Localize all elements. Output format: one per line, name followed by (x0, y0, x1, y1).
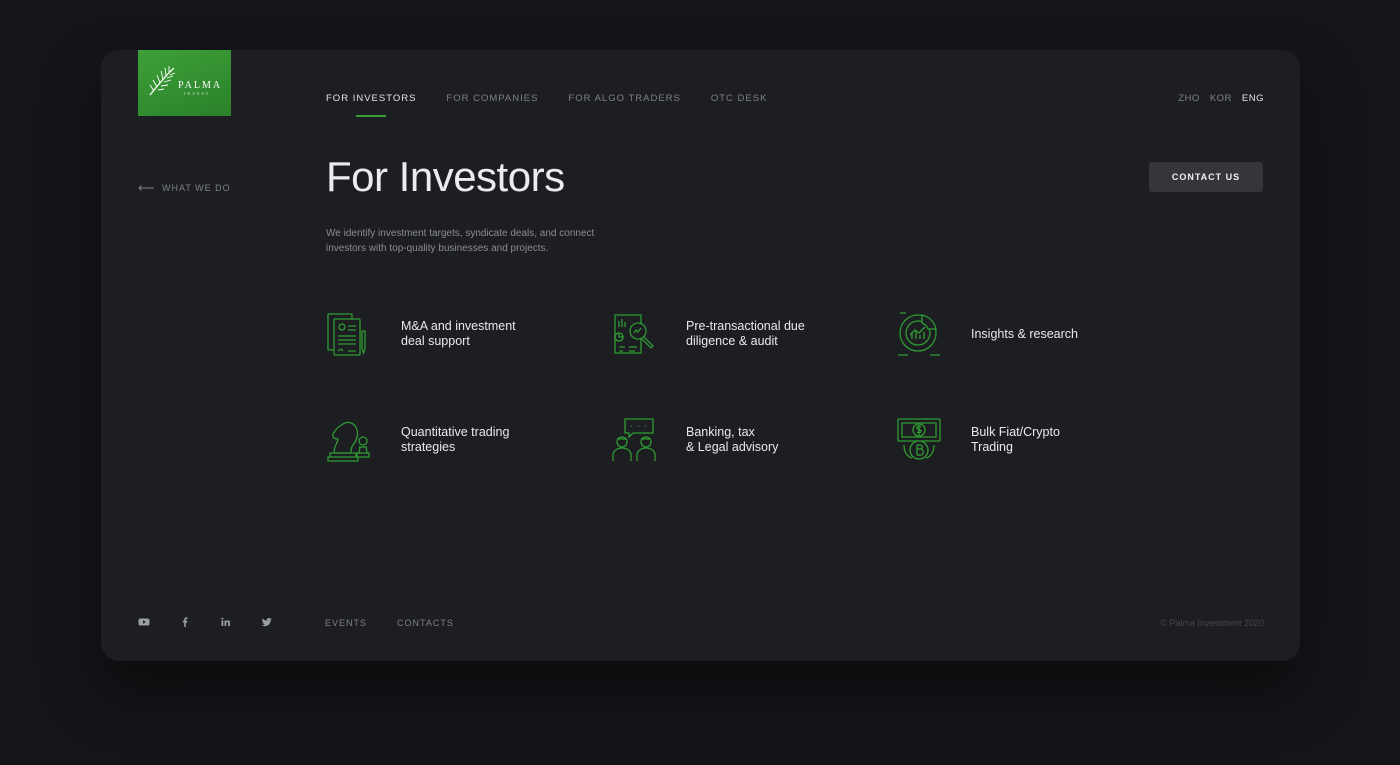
brand-tagline: INVEST (184, 91, 211, 96)
linkedin-icon[interactable] (220, 615, 232, 627)
nav-for-investors[interactable]: FOR INVESTORS (326, 93, 416, 117)
page-title: For Investors (326, 153, 565, 200)
arrow-left-icon (138, 185, 154, 191)
service-quant-trading[interactable]: Quantitative trading strategies (326, 417, 531, 463)
back-link-label: WHAT WE DO (162, 183, 231, 193)
service-insights-research[interactable]: Insights & research (896, 311, 1101, 357)
lang-kor[interactable]: KOR (1210, 93, 1232, 104)
nav-for-companies[interactable]: FOR COMPANIES (446, 93, 538, 104)
contact-us-button[interactable]: CONTACT US (1149, 162, 1263, 192)
service-ma-deal-support[interactable]: M&A and investment deal support (326, 311, 531, 357)
service-label: Bulk Fiat/Crypto Trading (971, 425, 1060, 454)
nav-for-algo-traders[interactable]: FOR ALGO TRADERS (568, 93, 680, 104)
page-description: We identify investment targets, syndicat… (326, 228, 595, 254)
youtube-icon[interactable] (138, 615, 150, 627)
chart-analytics-icon (898, 312, 940, 356)
service-label: Quantitative trading strategies (401, 425, 510, 454)
main-nav: FOR INVESTORS FOR COMPANIES FOR ALGO TRA… (326, 93, 768, 117)
service-banking-tax-legal[interactable]: Banking, tax & Legal advisory (611, 417, 816, 463)
footer-link-contacts[interactable]: CONTACTS (397, 618, 454, 628)
report-magnifier-icon (614, 314, 654, 354)
chess-strategy-icon (327, 421, 370, 462)
footer-link-events[interactable]: EVENTS (325, 618, 367, 628)
brand-name: PALMA (178, 80, 223, 91)
service-label: Pre-transactional due diligence & audit (686, 319, 805, 348)
document-contract-icon (327, 313, 366, 356)
back-link[interactable]: WHAT WE DO (138, 183, 231, 193)
twitter-icon[interactable] (261, 615, 273, 627)
palma-logo[interactable]: PALMA INVEST (138, 50, 231, 116)
service-due-diligence[interactable]: Pre-transactional due diligence & audit (611, 311, 816, 357)
footer-nav: EVENTS CONTACTS (325, 618, 454, 628)
service-fiat-crypto[interactable]: Bulk Fiat/Crypto Trading (896, 417, 1101, 463)
lang-zho[interactable]: ZHO (1178, 93, 1200, 104)
facebook-icon[interactable] (179, 615, 191, 627)
nav-otc-desk[interactable]: OTC DESK (711, 93, 768, 104)
language-switcher: ZHO KOR ENG (1178, 93, 1264, 104)
lang-eng[interactable]: ENG (1242, 93, 1264, 104)
main-card: PALMA INVEST FOR INVESTORS FOR COMPANIES… (101, 50, 1300, 661)
consultants-chat-icon (612, 418, 656, 461)
service-label: Banking, tax & Legal advisory (686, 425, 779, 454)
service-label: M&A and investment deal support (401, 319, 516, 348)
service-label: Insights & research (971, 326, 1078, 341)
copyright: © Palma Investment 2020 (1160, 618, 1264, 628)
social-links (138, 615, 273, 627)
dollar-bitcoin-exchange-icon (897, 418, 941, 460)
